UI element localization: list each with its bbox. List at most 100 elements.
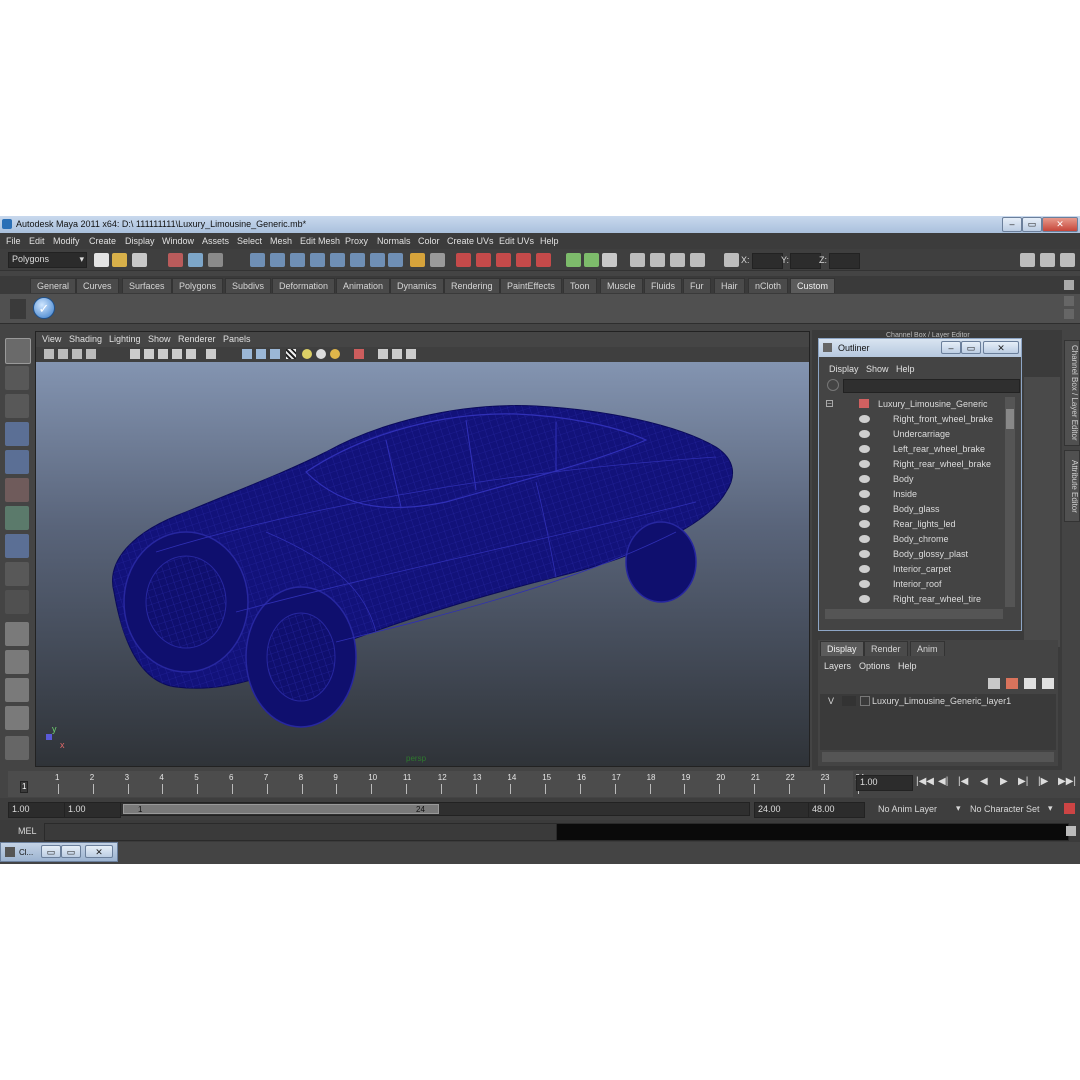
xray-joints-icon[interactable] — [256, 349, 266, 359]
menu-normals[interactable]: Normals — [377, 236, 411, 246]
go-to-end-icon[interactable]: ▶▶| — [1058, 776, 1076, 787]
outliner-item[interactable]: Right_rear_wheel_tire — [819, 592, 1007, 607]
tab-painteffects[interactable]: PaintEffects — [500, 278, 562, 293]
menu-assets[interactable]: Assets — [202, 236, 229, 246]
outliner-close-button[interactable]: ✕ — [983, 341, 1019, 354]
xray-icon[interactable] — [242, 349, 252, 359]
resolution-gate-icon[interactable] — [378, 349, 388, 359]
attribute-editor-toggle-icon[interactable] — [1060, 253, 1075, 267]
hypershade-icon[interactable] — [536, 253, 551, 267]
tab-animation[interactable]: Animation — [336, 278, 391, 293]
viewport-menu-panels[interactable]: Panels — [223, 334, 251, 344]
smooth-shade-icon[interactable] — [144, 349, 154, 359]
snap-grid-icon[interactable] — [250, 253, 265, 267]
last-tool-icon[interactable] — [5, 590, 29, 614]
universal-manip-icon[interactable] — [5, 506, 29, 530]
x-field[interactable] — [752, 253, 783, 269]
soft-mod-icon[interactable] — [5, 534, 29, 558]
render-settings-icon[interactable] — [516, 253, 531, 267]
minimize-button[interactable]: – — [1002, 217, 1022, 232]
outliner-item[interactable]: Interior_carpet — [819, 562, 1007, 577]
menu-display[interactable]: Display — [125, 236, 155, 246]
shelf-scroll-up-icon[interactable] — [1064, 296, 1074, 306]
outliner-root-item[interactable]: – Luxury_Limousine_Generic — [819, 397, 1007, 412]
render-view-icon[interactable] — [456, 253, 471, 267]
close-button[interactable]: ✕ — [1042, 217, 1078, 232]
select-object-icon[interactable] — [188, 253, 203, 267]
menu-window[interactable]: Window — [162, 236, 194, 246]
display-settings-icon[interactable] — [690, 253, 705, 267]
new-layer-icon[interactable] — [988, 678, 1000, 689]
open-scene-icon[interactable] — [112, 253, 127, 267]
restore-window-button[interactable]: ▭ — [41, 845, 61, 858]
menu-create[interactable]: Create — [89, 236, 116, 246]
backface-icon[interactable] — [270, 349, 280, 359]
move-tool-icon[interactable] — [5, 422, 29, 446]
layer-horizontal-scrollbar[interactable] — [822, 752, 1054, 762]
outliner-filter-icon[interactable] — [827, 379, 839, 391]
viewport-menu-renderer[interactable]: Renderer — [178, 334, 216, 344]
channel-toggle-icon[interactable] — [566, 253, 581, 267]
select-component-icon[interactable] — [208, 253, 223, 267]
tab-hair[interactable]: Hair — [714, 278, 745, 293]
outliner-toggle-icon[interactable] — [1040, 253, 1055, 267]
car-wireframe-model[interactable] — [36, 362, 809, 767]
layer-tab-anim[interactable]: Anim — [910, 641, 945, 656]
outliner-menu-show[interactable]: Show — [866, 364, 889, 374]
viewport-menu-lighting[interactable]: Lighting — [109, 334, 141, 344]
step-back-frame-icon[interactable]: |◀ — [958, 776, 968, 787]
outliner-item[interactable]: Rear_lights_led — [819, 517, 1007, 532]
make-live-icon[interactable] — [330, 253, 345, 267]
menu-edit-mesh[interactable]: Edit Mesh — [300, 236, 340, 246]
tab-fluids[interactable]: Fluids — [644, 278, 683, 293]
outliner-item[interactable]: Body_glossy_plast — [819, 547, 1007, 562]
antialias-icon[interactable] — [330, 349, 340, 359]
tab-custom[interactable]: Custom — [790, 278, 836, 293]
layer-menu-help[interactable]: Help — [898, 661, 917, 671]
batch-render-icon[interactable] — [650, 253, 665, 267]
camera-attr-icon[interactable] — [58, 349, 68, 359]
paint-select-tool-icon[interactable] — [5, 394, 29, 418]
layer-playback-toggle[interactable] — [842, 696, 856, 706]
outliner-item[interactable]: Body — [819, 472, 1007, 487]
tab-muscle[interactable]: Muscle — [600, 278, 643, 293]
outliner-item[interactable]: Right_rear_wheel_brake — [819, 457, 1007, 472]
lasso-tool-icon[interactable] — [5, 366, 29, 390]
single-perspective-layout-icon[interactable] — [5, 622, 29, 646]
tab-subdivs[interactable]: Subdivs — [225, 278, 272, 293]
collapse-toggle-icon[interactable]: – — [826, 400, 833, 407]
menu-proxy[interactable]: Proxy — [345, 236, 368, 246]
y-field[interactable] — [790, 253, 821, 269]
playback-start-field[interactable]: 1.00 — [64, 802, 121, 818]
bookmark-icon[interactable] — [72, 349, 82, 359]
layer-move-up-icon[interactable] — [1024, 678, 1036, 689]
maximize-button[interactable]: ▭ — [1022, 217, 1042, 232]
persp-outliner-layout-icon[interactable] — [5, 678, 29, 702]
render-globals-icon[interactable] — [670, 253, 685, 267]
menu-create-uvs[interactable]: Create UVs — [447, 236, 494, 246]
render-current-icon[interactable] — [476, 253, 491, 267]
input-ops-icon[interactable] — [370, 253, 385, 267]
playback-end-field[interactable]: 24.00 — [754, 802, 811, 818]
layer-move-down-icon[interactable] — [1042, 678, 1054, 689]
viewport-menu-view[interactable]: View — [42, 334, 61, 344]
menuset-dropdown[interactable]: Polygons ▾ — [8, 252, 87, 268]
rotate-tool-icon[interactable] — [5, 450, 29, 474]
mel-label[interactable]: MEL — [18, 826, 37, 836]
hud-icon[interactable] — [354, 349, 364, 359]
menu-select[interactable]: Select — [237, 236, 262, 246]
select-tool-icon[interactable] — [5, 338, 31, 364]
snap-view-plane-icon[interactable] — [310, 253, 325, 267]
outliner-title-bar[interactable]: Outliner – ▭ ✕ — [819, 339, 1021, 357]
new-layer-selected-icon[interactable] — [1006, 678, 1018, 689]
outliner-item[interactable]: Undercarriage — [819, 427, 1007, 442]
tab-deformation[interactable]: Deformation — [272, 278, 336, 293]
outliner-item[interactable]: Left_rear_wheel_brake — [819, 442, 1007, 457]
side-tab-channel-box[interactable]: Channel Box / Layer Editor — [1064, 340, 1080, 446]
outliner-menu-help[interactable]: Help — [896, 364, 915, 374]
menu-help[interactable]: Help — [540, 236, 559, 246]
perspective-viewport[interactable]: View Shading Lighting Show Renderer Pane… — [35, 331, 810, 767]
ipr-render-icon[interactable] — [496, 253, 511, 267]
snapshot-icon[interactable] — [630, 253, 645, 267]
tab-curves[interactable]: Curves — [76, 278, 119, 293]
